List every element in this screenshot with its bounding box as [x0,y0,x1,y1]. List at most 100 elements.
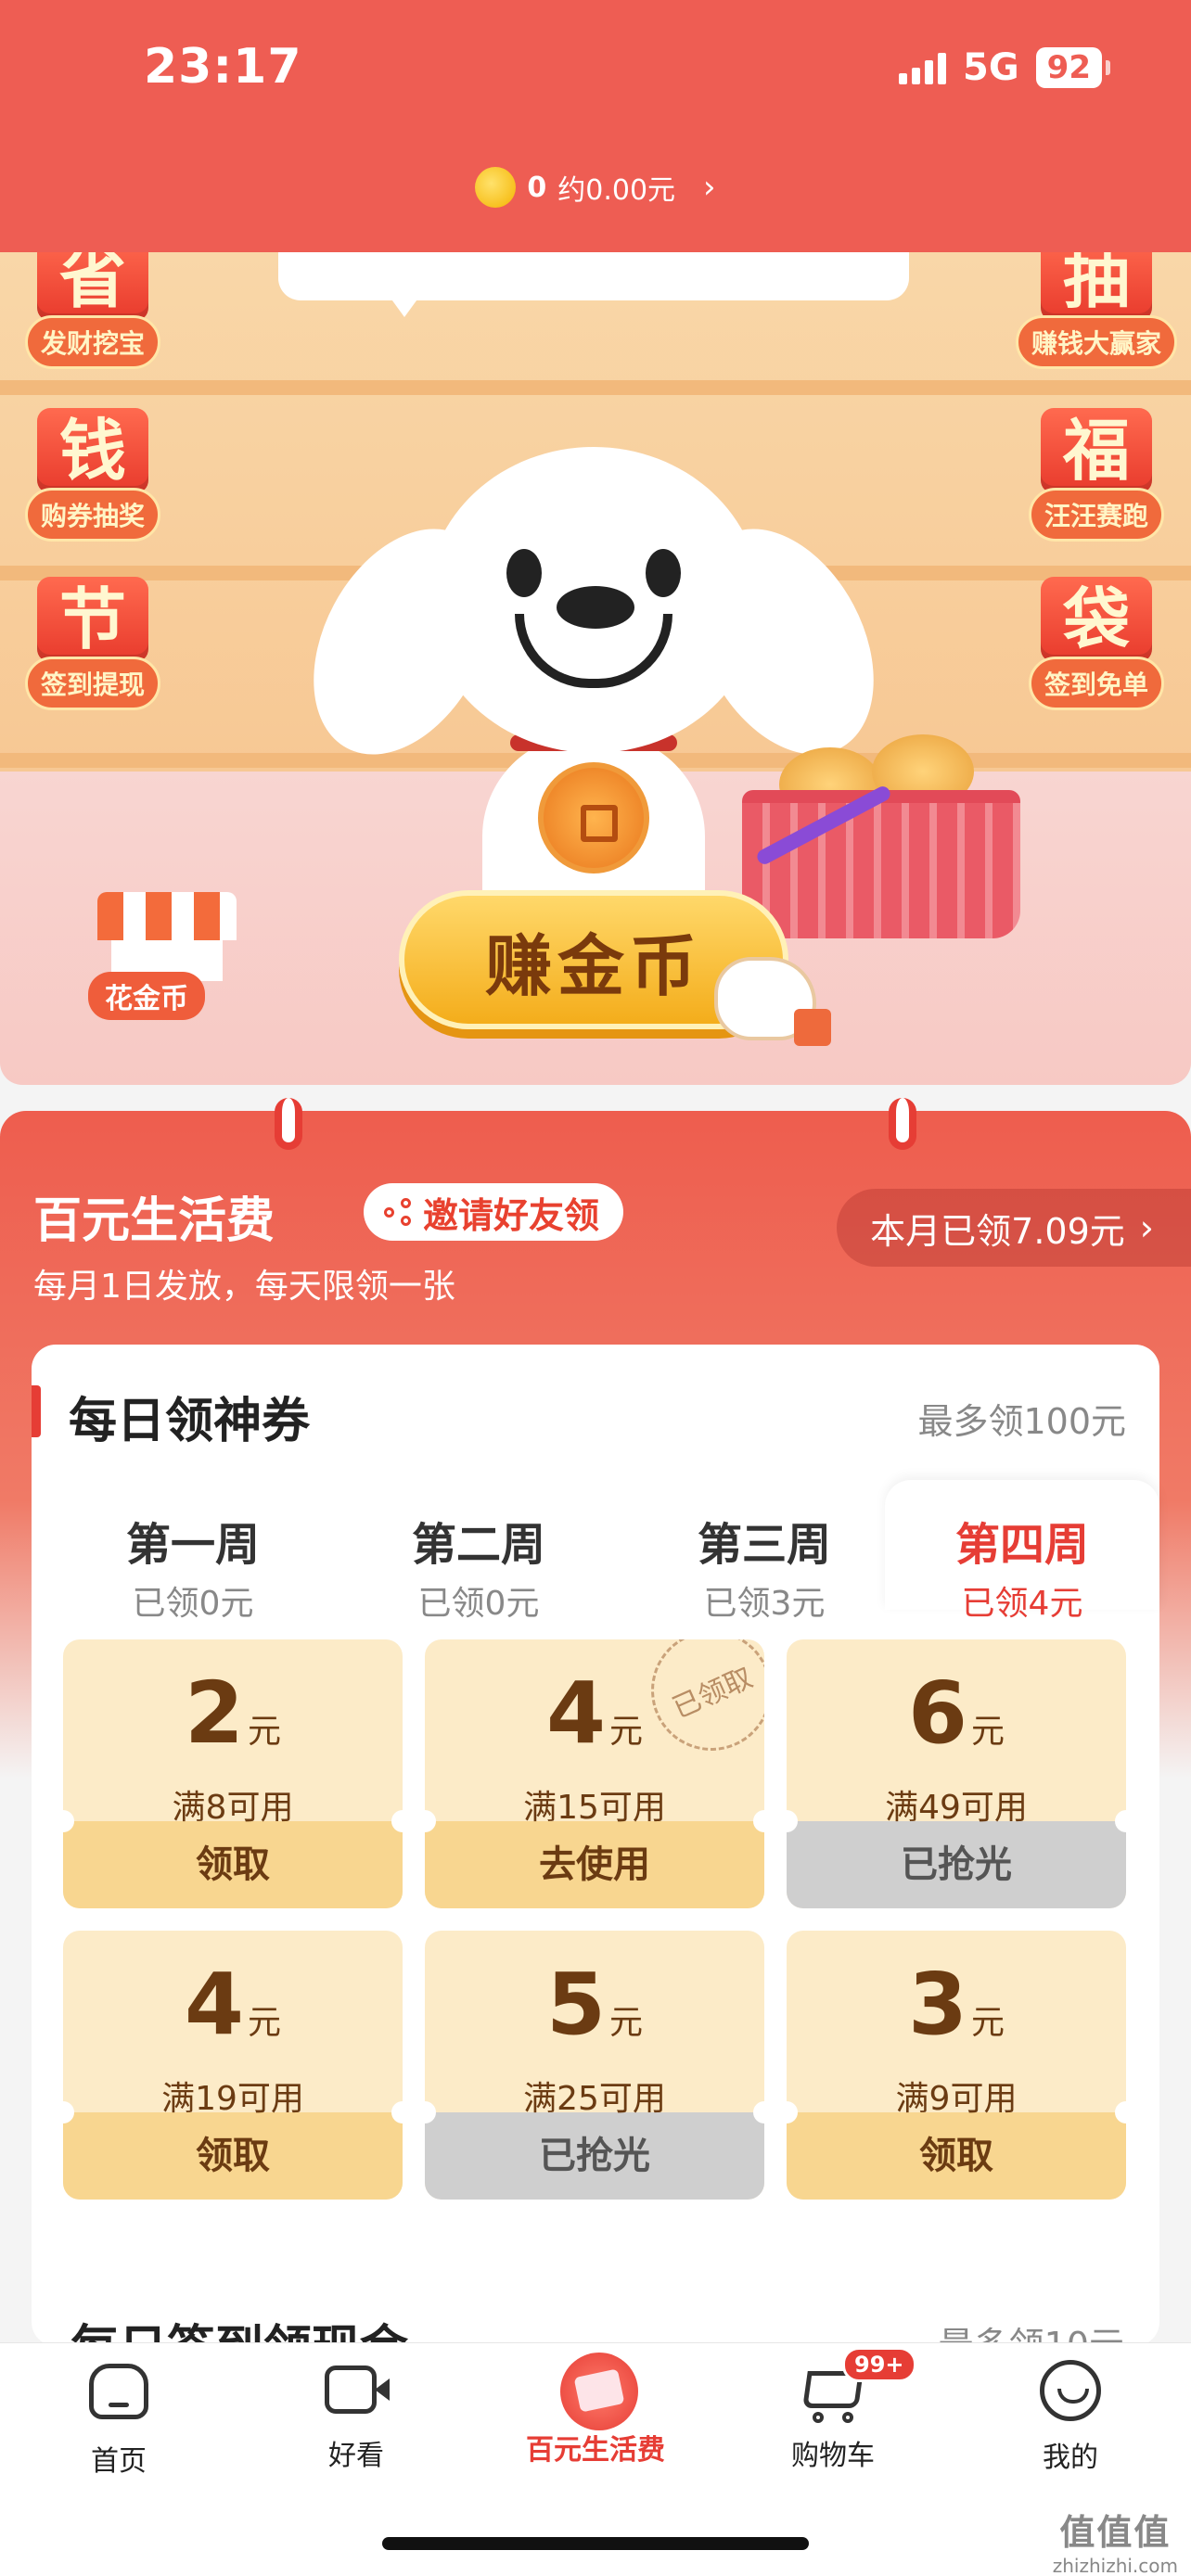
month-claimed-button[interactable]: 本月已领7.09元 › [837,1189,1191,1267]
week-value: 已领4元 [961,1585,1083,1623]
gift-box-icon: 钱 [37,408,148,493]
tab-week-3[interactable]: 第三周 已领3元 [644,1480,885,1623]
coin-value: 约0.00元 [557,174,676,207]
prize-label: 发财挖宝 [24,315,160,369]
gift-icon [560,2353,638,2430]
title-accent-bar [32,1385,41,1437]
coin-balance[interactable]: 0 约0.00元 › [0,167,1191,208]
tab-label: 百元生活费 [526,2434,665,2467]
watermark: 值值值 zhizhizhi.com [1053,2504,1178,2576]
coupon-card: 5元 满25可用 已抢光 [425,1931,764,2200]
home-indicator[interactable] [382,2537,809,2550]
tab-week-4[interactable]: 第四周 已领4元 [885,1480,1159,1623]
week-name: 第二周 [411,1519,545,1571]
tab-watch[interactable]: 好看 [263,2358,449,2473]
tab-home[interactable]: 首页 [26,2358,211,2479]
gold-coin-icon [475,167,517,208]
video-icon [321,2358,391,2423]
battery-icon: 92 [1035,47,1111,88]
watermark-url: zhizhizhi.com [1052,2555,1178,2576]
invite-friends-button[interactable]: 邀请好友领 [364,1183,624,1241]
prize-label: 购券抽奖 [24,488,160,542]
chevron-right-icon: › [1139,1207,1154,1248]
prize-label: 汪汪赛跑 [1028,488,1164,542]
clip-pin [275,1098,302,1150]
prize-checkin-free[interactable]: 袋 签到免单 [1013,577,1180,710]
shopping-basket-icon [742,790,1020,938]
prize-dog-race[interactable]: 福 汪汪赛跑 [1013,408,1180,542]
invite-label: 邀请好友领 [423,1194,600,1236]
watermark-logo: 值值值 [1059,2512,1172,2553]
prize-coupon-lottery[interactable]: 钱 购券抽奖 [9,408,176,542]
speech-bubble [278,252,909,300]
network-type: 5G [963,46,1019,89]
coupon-condition: 满49可用 [885,1789,1028,1827]
coupon-amount: 3元 [907,1955,1005,2054]
sold-out-button: 已抢光 [787,1821,1126,1908]
dog-smile [515,614,672,688]
signal-icon [899,51,946,84]
gold-coin-scene: 省 发财挖宝 钱 购券抽奖 节 签到提现 抽 赚钱大赢家 福 汪汪赛跑 袋 签到… [0,252,1191,1085]
use-coupon-button[interactable]: 去使用 [425,1821,764,1908]
month-claimed-text: 本月已领7.09元 [870,1210,1125,1252]
prize-big-winner[interactable]: 抽 赚钱大赢家 [1013,252,1180,369]
coupon-amount: 5元 [545,1955,644,2054]
dog-eye [646,549,681,597]
prize-dig-treasure[interactable]: 省 发财挖宝 [9,252,176,369]
week-value: 已领0元 [417,1585,540,1623]
tab-me[interactable]: 我的 [978,2358,1163,2475]
week-name: 第四周 [954,1519,1089,1571]
shop-label: 花金币 [88,972,205,1020]
coupon-condition: 满25可用 [523,2080,666,2118]
pointing-hand-icon [714,957,831,1046]
gift-box-icon: 福 [1041,408,1152,493]
tab-week-1[interactable]: 第一周 已领0元 [72,1480,314,1623]
top-header: 23:17 5G 92 0 约0.00元 › [0,0,1191,255]
dog-head [427,447,761,753]
status-time: 23:17 [144,39,302,95]
chevron-right-icon: › [703,169,716,206]
week-tabs: 第一周 已领0元 第二周 已领0元 第三周 已领3元 第四周 已领4元 [32,1480,1159,1623]
section-subtitle: 每月1日发放，每天限领一张 [33,1268,455,1306]
max-amount: 最多领100元 [917,1401,1126,1442]
coupon-card: 6元 满49可用 已抢光 [787,1639,1126,1908]
gift-box-icon: 省 [37,252,148,321]
prize-checkin-withdraw[interactable]: 节 签到提现 [9,577,176,710]
speech-bubble-tail [390,297,419,317]
coin-count: 0 [527,171,547,204]
tab-cart[interactable]: 99+ 购物车 [740,2347,926,2473]
coupon-card: 4元 满19可用 领取 [63,1931,403,2200]
cart-badge: 99+ [842,2347,916,2382]
coupon-condition: 满19可用 [161,2080,304,2118]
coupon-condition: 满8可用 [172,1789,294,1827]
tab-week-2[interactable]: 第二周 已领0元 [358,1480,599,1623]
claim-coupon-button[interactable]: 领取 [63,2112,403,2200]
prize-label: 赚钱大赢家 [1015,315,1177,369]
claim-coupon-button[interactable]: 领取 [63,1821,403,1908]
tab-label: 首页 [91,2445,147,2478]
coupon-amount: 4元 [184,1955,282,2054]
coupon-condition: 满15可用 [523,1789,666,1827]
living-allowance-section: 百元生活费 邀请好友领 每月1日发放，每天限领一张 本月已领7.09元 › 每日… [0,1098,1191,2346]
tab-label: 好看 [328,2440,384,2472]
week-value: 已领0元 [132,1585,254,1623]
coupon-card: 已领取 4元 满15可用 去使用 [425,1639,764,1908]
cart-icon: 99+ [798,2347,916,2423]
claim-coupon-button[interactable]: 领取 [787,2112,1126,2200]
shelf [0,380,1191,395]
tab-label: 我的 [1043,2442,1098,2474]
status-indicators: 5G 92 [899,46,1111,89]
earn-coins-label: 赚金币 [484,926,702,1005]
gift-box-icon: 抽 [1041,252,1152,321]
week-name: 第一周 [125,1519,260,1571]
shop-icon [97,892,237,940]
daily-coupon-card: 每日领神券 最多领100元 第一周 已领0元 第二周 已领0元 第三周 已领3元… [32,1345,1159,2346]
week-value: 已领3元 [703,1585,826,1623]
spend-coins-shop[interactable]: 花金币 [88,892,237,1020]
coupon-amount: 2元 [184,1664,282,1763]
smiley-icon [1040,2360,1101,2421]
coin-icon [538,762,649,874]
week-name: 第三周 [697,1519,831,1571]
dog-eye [506,549,542,597]
tab-living-allowance[interactable]: 百元生活费 [503,2353,688,2468]
